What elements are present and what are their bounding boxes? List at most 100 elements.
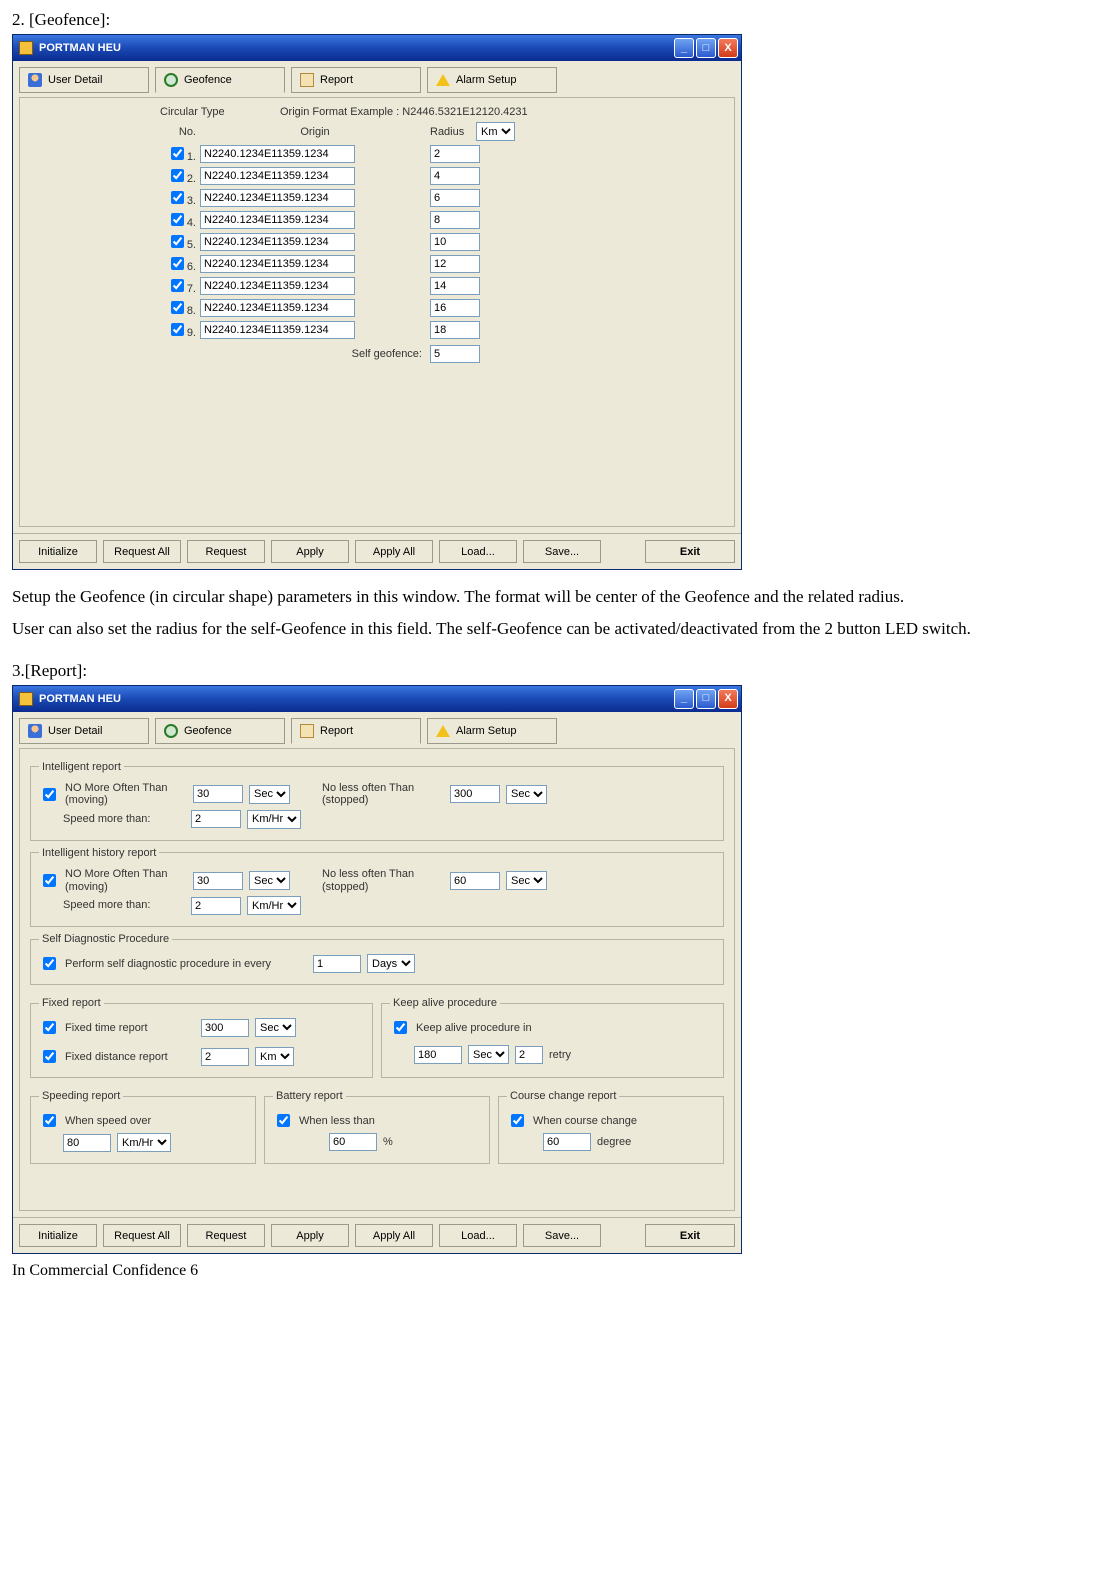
intel-noless-unit[interactable]: Sec: [506, 785, 547, 804]
fixed-dist-input[interactable]: [201, 1048, 249, 1066]
geofence-origin-input[interactable]: [200, 189, 355, 207]
save-button[interactable]: Save...: [523, 1224, 601, 1247]
close-button[interactable]: X: [718, 38, 738, 58]
intel-speed-unit[interactable]: Km/Hr: [247, 810, 301, 829]
speeding-input[interactable]: [63, 1134, 111, 1152]
tab-geofence[interactable]: Geofence: [155, 718, 285, 744]
maximize-button[interactable]: □: [696, 38, 716, 58]
intel-speed-input[interactable]: [191, 810, 241, 828]
intelhist-noless-unit[interactable]: Sec: [506, 871, 547, 890]
intelhist-speed-unit[interactable]: Km/Hr: [247, 896, 301, 915]
geofence-radius-input[interactable]: [430, 255, 480, 273]
self-geofence-input[interactable]: [430, 345, 480, 363]
minimize-button[interactable]: _: [674, 689, 694, 709]
minimize-button[interactable]: _: [674, 38, 694, 58]
keepalive-input[interactable]: [414, 1046, 462, 1064]
tab-user-detail[interactable]: User Detail: [19, 67, 149, 93]
tab-alarm-setup[interactable]: Alarm Setup: [427, 67, 557, 93]
geofence-origin-input[interactable]: [200, 321, 355, 339]
exit-button[interactable]: Exit: [645, 1224, 735, 1247]
fixed-dist-checkbox[interactable]: [43, 1050, 56, 1063]
exit-button[interactable]: Exit: [645, 540, 735, 563]
geofence-radius-input[interactable]: [430, 211, 480, 229]
intel-nomore-input[interactable]: [193, 785, 243, 803]
geofence-panel: Circular Type Origin Format Example : N2…: [19, 97, 735, 527]
selfdiag-input[interactable]: [313, 955, 361, 973]
geofence-radius-input[interactable]: [430, 189, 480, 207]
geofence-origin-input[interactable]: [200, 277, 355, 295]
geofence-row-checkbox[interactable]: [171, 257, 184, 270]
geofence-row-checkbox[interactable]: [171, 235, 184, 248]
load-button[interactable]: Load...: [439, 1224, 517, 1247]
intel-nomore-unit[interactable]: Sec: [249, 785, 290, 804]
initialize-button[interactable]: Initialize: [19, 540, 97, 563]
fixed-time-unit[interactable]: Sec: [255, 1018, 296, 1037]
selfdiag-enable-checkbox[interactable]: [43, 957, 56, 970]
course-label: When course change: [533, 1115, 637, 1127]
load-button[interactable]: Load...: [439, 540, 517, 563]
nomore-label: NO More Often Than (moving): [65, 782, 187, 807]
keepalive-retry-input[interactable]: [515, 1046, 543, 1064]
geofence-row-checkbox[interactable]: [171, 191, 184, 204]
intelhist-nomore-unit[interactable]: Sec: [249, 871, 290, 890]
intelhist-nomore-input[interactable]: [193, 872, 243, 890]
maximize-button[interactable]: □: [696, 689, 716, 709]
geofence-radius-input[interactable]: [430, 145, 480, 163]
fixed-dist-unit[interactable]: Km: [255, 1047, 294, 1066]
radius-unit-select[interactable]: Km: [476, 122, 515, 141]
geofence-row-checkbox[interactable]: [171, 301, 184, 314]
apply-all-button[interactable]: Apply All: [355, 540, 433, 563]
geofence-radius-input[interactable]: [430, 277, 480, 295]
tab-alarm-setup[interactable]: Alarm Setup: [427, 718, 557, 744]
geofence-radius-input[interactable]: [430, 167, 480, 185]
course-input[interactable]: [543, 1133, 591, 1151]
speeding-checkbox[interactable]: [43, 1114, 56, 1127]
apply-all-button[interactable]: Apply All: [355, 1224, 433, 1247]
battery-input[interactable]: [329, 1133, 377, 1151]
geofence-row-checkbox[interactable]: [171, 147, 184, 160]
geofence-origin-input[interactable]: [200, 211, 355, 229]
intelhist-enable-checkbox[interactable]: [43, 874, 56, 887]
tab-geofence[interactable]: Geofence: [155, 67, 285, 93]
report-icon: [300, 724, 314, 738]
initialize-button[interactable]: Initialize: [19, 1224, 97, 1247]
course-checkbox[interactable]: [511, 1114, 524, 1127]
geofence-origin-input[interactable]: [200, 167, 355, 185]
geofence-origin-input[interactable]: [200, 299, 355, 317]
tab-report[interactable]: Report: [291, 67, 421, 93]
intelhist-speed-input[interactable]: [191, 897, 241, 915]
geofence-origin-input[interactable]: [200, 255, 355, 273]
geofence-row-checkbox[interactable]: [171, 213, 184, 226]
fixed-time-checkbox[interactable]: [43, 1021, 56, 1034]
request-button[interactable]: Request: [187, 1224, 265, 1247]
apply-button[interactable]: Apply: [271, 540, 349, 563]
geofence-radius-input[interactable]: [430, 233, 480, 251]
geofence-radius-input[interactable]: [430, 299, 480, 317]
keepalive-checkbox[interactable]: [394, 1021, 407, 1034]
geofence-origin-input[interactable]: [200, 233, 355, 251]
battery-checkbox[interactable]: [277, 1114, 290, 1127]
selfdiag-unit[interactable]: Days: [367, 954, 415, 973]
fixed-time-input[interactable]: [201, 1019, 249, 1037]
request-button[interactable]: Request: [187, 540, 265, 563]
report-window: PORTMAN HEU _ □ X User Detail Geofence R…: [12, 685, 742, 1255]
intelhist-noless-input[interactable]: [450, 872, 500, 890]
close-button[interactable]: X: [718, 689, 738, 709]
tab-label: Geofence: [184, 725, 232, 737]
request-all-button[interactable]: Request All: [103, 1224, 181, 1247]
geofence-row-checkbox[interactable]: [171, 169, 184, 182]
col-origin-header: Origin: [200, 126, 430, 138]
apply-button[interactable]: Apply: [271, 1224, 349, 1247]
geofence-row-checkbox[interactable]: [171, 279, 184, 292]
tab-user-detail[interactable]: User Detail: [19, 718, 149, 744]
tab-report[interactable]: Report: [291, 718, 421, 744]
save-button[interactable]: Save...: [523, 540, 601, 563]
geofence-row-checkbox[interactable]: [171, 323, 184, 336]
request-all-button[interactable]: Request All: [103, 540, 181, 563]
speeding-unit[interactable]: Km/Hr: [117, 1133, 171, 1152]
intel-noless-input[interactable]: [450, 785, 500, 803]
geofence-radius-input[interactable]: [430, 321, 480, 339]
geofence-origin-input[interactable]: [200, 145, 355, 163]
keepalive-unit[interactable]: Sec: [468, 1045, 509, 1064]
intel-enable-checkbox[interactable]: [43, 788, 56, 801]
